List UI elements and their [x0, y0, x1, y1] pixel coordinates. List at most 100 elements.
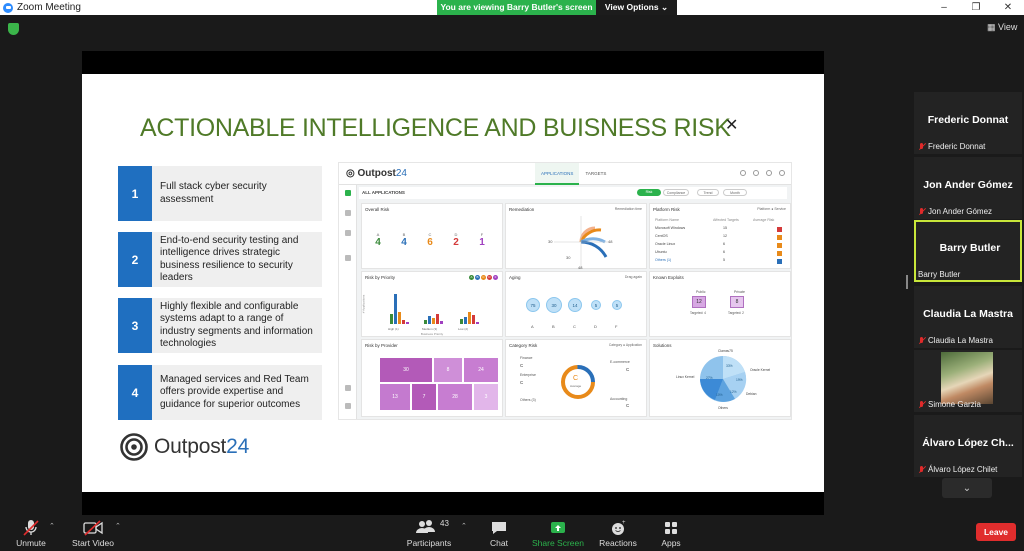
provider-cell: 24 [464, 358, 498, 382]
audio-options-caret-icon[interactable]: ⌃ [49, 522, 55, 530]
priority-bar [436, 314, 439, 324]
aging-circle: 5 [612, 300, 622, 310]
overall-risk-item: A4 [372, 232, 384, 248]
card-title: Solutions [653, 343, 672, 348]
maximize-button[interactable]: ❐ [960, 0, 992, 15]
point-text: Full stack cyber security assessment [160, 181, 267, 205]
minimize-button[interactable]: – [928, 0, 960, 15]
share-screen-button[interactable]: Share Screen [530, 515, 586, 551]
slide-point: 1 Full stack cyber security assessment [118, 166, 322, 221]
start-video-button[interactable]: Start Video [70, 515, 116, 551]
remediation-link: Remediation time [614, 207, 642, 211]
compliance-toggle: Compliance [663, 189, 689, 196]
unmute-button[interactable]: Unmute [10, 515, 52, 551]
solutions-pct-3: 12% [730, 390, 737, 394]
category-toggle: Category ● Application [608, 343, 642, 347]
participant-tile[interactable]: Jon Ander Gómez Jon Ander Gómez [914, 157, 1022, 219]
remediation-axis-lower: 30 [566, 255, 571, 260]
priority-group-label: Medium (3) [422, 327, 438, 331]
platform-row: Ubuntu 6 [655, 250, 786, 257]
priority-legend-item: A [469, 275, 474, 280]
point-number: 4 [118, 365, 152, 420]
risk-by-provider-card: Risk by Provider 30 8 24 13 7 28 3 [361, 339, 503, 417]
dashboard-header-icons [740, 170, 785, 176]
leave-button[interactable]: Leave [976, 523, 1016, 541]
public-exploits-value: 12 [692, 296, 706, 308]
platform-name: CentOS [655, 234, 668, 238]
participants-caret-icon[interactable]: ⌃ [461, 522, 467, 530]
platform-count: 6 [723, 242, 725, 246]
video-options-caret-icon[interactable]: ⌃ [115, 522, 121, 530]
cursor-icon: ✕ [725, 117, 739, 134]
priority-xlabel: Business Priority [420, 332, 444, 336]
participant-label: Simone Garzia [918, 400, 981, 409]
apps-button[interactable]: Apps [656, 515, 686, 551]
participant-label: Jon Ander Gómez [918, 207, 992, 216]
view-button[interactable]: ▦ View [987, 22, 1017, 33]
presentation-slide: ACTIONABLE INTELLIGENCE AND BUISNESS RIS… [82, 74, 824, 492]
category-risk-card: Category Risk Category ● Application Fin… [505, 339, 647, 417]
participants-icon: 43 [404, 515, 454, 535]
chat-button[interactable]: Chat [484, 515, 514, 551]
participant-label: Barry Butler [918, 270, 960, 279]
zoom-icon [3, 2, 13, 13]
meeting-toolbar: Unmute ⌃ Start Video ⌃ 43 Participants ⌃… [0, 515, 1024, 551]
muted-mic-icon [918, 336, 925, 345]
participant-tile[interactable]: Simone Garzia [914, 350, 1022, 412]
platform-name: Microsoft Windows [655, 226, 686, 230]
participant-tile[interactable]: Claudia La Mastra Claudia La Mastra [914, 286, 1022, 348]
participant-tile[interactable]: Barry Butler Barry Butler [914, 220, 1022, 282]
priority-bar [440, 321, 443, 324]
provider-cell: 28 [438, 384, 472, 410]
known-exploits-card: Known Exploits Public 12 Targeted: 4 Pri… [649, 271, 791, 337]
point-text: End-to-end security testing and intellig… [160, 234, 299, 284]
overall-risk-item: B4 [398, 232, 410, 248]
reactions-button[interactable]: + Reactions [597, 515, 639, 551]
reactions-label: Reactions [599, 538, 637, 548]
priority-bar [476, 322, 479, 324]
platform-name: Others (1) [655, 258, 672, 262]
participants-button[interactable]: 43 Participants [404, 515, 454, 551]
grid-icon: ▦ [987, 22, 999, 32]
platform-risk-swatch [777, 227, 782, 232]
cat-right-3: C [626, 403, 630, 408]
priority-bar [402, 320, 405, 324]
overall-risk-item: C6 [424, 232, 436, 248]
risk-grade-value: 2 [453, 237, 459, 248]
category-donut [561, 365, 595, 399]
aging-circle: 75 [526, 298, 540, 312]
platform-count: 12 [723, 234, 727, 238]
card-title: Aging [509, 275, 521, 280]
view-options-button[interactable]: View Options ⌄ [596, 0, 677, 15]
share-notification-bar: You are viewing Barry Butler's screen Vi… [437, 0, 677, 15]
slide-title: ACTIONABLE INTELLIGENCE AND BUISNESS RIS… [140, 114, 731, 142]
aging-card: Aging Drag again 104 75A30B14C5D5F [505, 271, 647, 337]
participant-tile[interactable]: Álvaro López Ch... Álvaro López Chilet [914, 415, 1022, 477]
remediation-axis-left: 30 [548, 239, 553, 244]
aging-label: B [552, 324, 555, 329]
participant-tile[interactable]: Frederic Donnat Frederic Donnat [914, 92, 1022, 154]
panel-resize-handle[interactable] [906, 275, 908, 289]
priority-bar [428, 316, 431, 324]
remediation-axis-bottom: 48 [578, 265, 583, 270]
share-screen-label: Share Screen [532, 538, 584, 548]
point-number: 1 [118, 166, 152, 221]
risk-toggle: Risk [637, 189, 661, 196]
cat-right-0: E-commerce [610, 360, 630, 364]
dashboard-header: ◎ Outpost24 APPLICATIONS TARGETS [339, 163, 791, 185]
cat-left-0: Finance [520, 356, 533, 360]
participant-name: Jon Ander Gómez [923, 179, 1013, 191]
close-button[interactable]: ✕ [992, 0, 1024, 15]
start-video-label: Start Video [72, 538, 114, 548]
encryption-shield-icon[interactable] [8, 23, 19, 35]
cat-left-2: Enterprise [520, 373, 536, 377]
risk-grade-value: 6 [427, 237, 433, 248]
card-title: Remediation [509, 207, 535, 212]
solutions-label-0: Clamav75 [718, 349, 733, 353]
slide-point: 3 Highly flexible and configurable syste… [118, 298, 322, 353]
remediation-axis-right: 48 [608, 239, 613, 244]
overall-risk-item: F1 [476, 232, 488, 248]
platform-toggle: Platform ● Service [757, 207, 786, 211]
gallery-scroll-down-button[interactable]: ⌄ [942, 478, 992, 498]
card-title: Risk by Provider [365, 343, 398, 348]
